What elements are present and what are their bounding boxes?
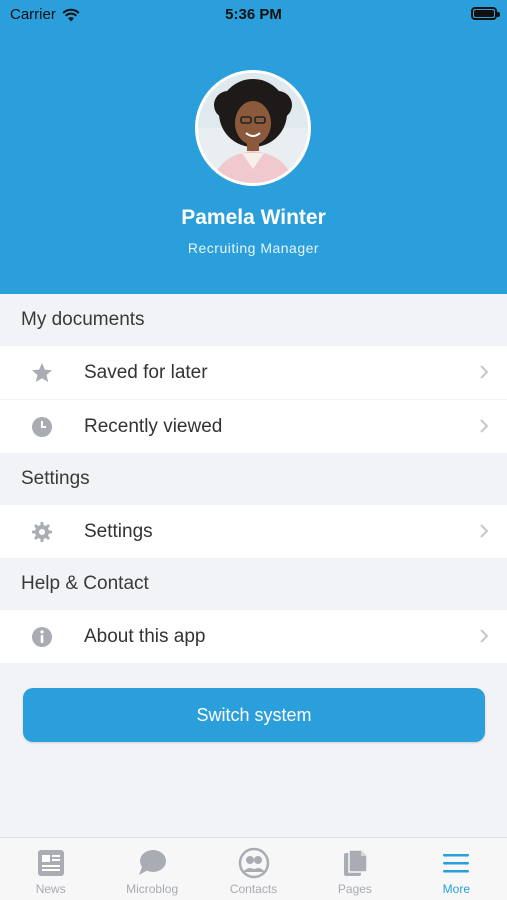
avatar[interactable] [195,70,311,186]
row-recently-viewed[interactable]: Recently viewed [0,400,507,453]
chat-bubble-icon [139,850,167,875]
contacts-icon [238,847,269,879]
newspaper-icon [37,850,64,876]
battery-fill [474,10,494,17]
tab-pages[interactable]: Pages [304,838,405,900]
gear-icon [32,522,52,542]
tab-news[interactable]: News [0,838,101,900]
row-saved-for-later[interactable]: Saved for later [0,346,507,399]
tab-label-news: News [35,882,66,896]
status-time: 5:36 PM [225,6,282,23]
tab-microblog[interactable]: Microblog [101,838,202,900]
row-label-saved-for-later: Saved for later [84,362,208,383]
tab-label-more: More [442,882,470,896]
switch-system-button[interactable]: Switch system [23,688,485,742]
tab-label-microblog: Microblog [126,882,179,896]
chevron-right-icon [480,629,489,643]
row-settings[interactable]: Settings [0,505,507,558]
section-header-help-contact: Help & Contact [0,558,507,610]
row-label-settings: Settings [84,521,153,542]
tab-contacts[interactable]: Contacts [203,838,304,900]
profile-header: Carrier 5:36 PM Pamela Winter Recruiting… [0,0,507,294]
tab-label-pages: Pages [337,882,372,896]
row-label-about-this-app: About this app [84,626,206,647]
tab-bar: News Microblog Contacts Pages More [0,837,507,900]
star-icon [32,363,52,382]
user-role: Recruiting Manager [187,240,320,256]
tab-label-contacts: Contacts [229,882,278,896]
row-label-recently-viewed: Recently viewed [84,416,223,437]
pages-icon [343,849,368,876]
chevron-right-icon [480,524,489,538]
user-name: Pamela Winter [181,206,326,229]
chevron-right-icon [480,419,489,433]
section-header-my-documents: My documents [0,294,507,346]
avatar-photo [198,73,308,183]
tab-more[interactable]: More [406,838,507,900]
menu-icon [443,854,470,873]
section-header-settings: Settings [0,453,507,505]
battery-icon [471,7,500,20]
row-about-this-app[interactable]: About this app [0,610,507,663]
clock-icon [32,417,52,437]
info-icon [32,627,52,647]
chevron-right-icon [480,365,489,379]
status-bar: Carrier 5:36 PM [0,0,507,30]
